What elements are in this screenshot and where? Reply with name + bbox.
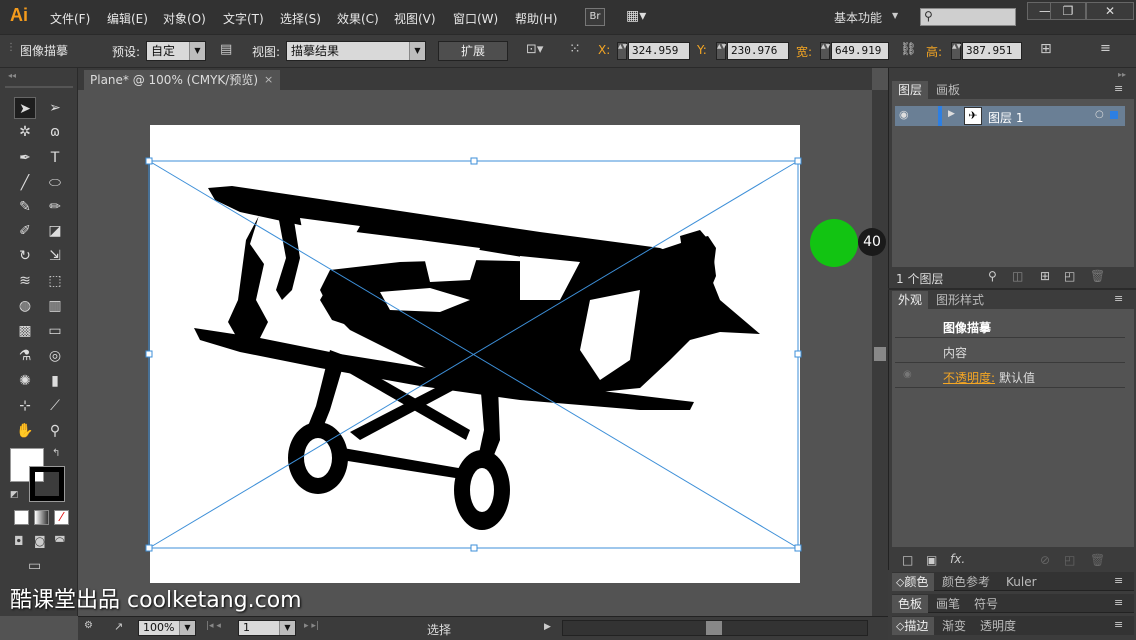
status-menu-icon[interactable]: ⚙ bbox=[84, 620, 93, 631]
locate-object-icon[interactable]: ⚲ bbox=[988, 269, 997, 283]
height-label: 高: bbox=[926, 45, 943, 59]
handle-middle-left[interactable] bbox=[145, 350, 153, 358]
panel-menu-icon[interactable]: ≡ bbox=[1114, 618, 1123, 631]
chevron-down-icon: ▼ bbox=[892, 11, 899, 20]
traced-artwork[interactable] bbox=[0, 0, 880, 616]
search-input[interactable] bbox=[920, 8, 1016, 26]
appearance-title: 图像描摹 bbox=[943, 321, 992, 335]
tab-stroke-label: 描边 bbox=[904, 619, 929, 633]
new-layer-icon[interactable]: ◰ bbox=[1064, 269, 1075, 283]
tab-color-guide[interactable]: 颜色参考 bbox=[936, 573, 996, 591]
status-tool-label: 选择 bbox=[427, 623, 452, 637]
tab-kuler[interactable]: Kuler bbox=[1000, 573, 1043, 591]
right-wheel-hub bbox=[470, 468, 494, 512]
layer-count: 1 个图层 bbox=[896, 272, 944, 286]
appearance-title-row: 图像描摹 bbox=[895, 314, 1125, 338]
tab-color[interactable]: ⬦颜色 bbox=[892, 573, 935, 591]
panel-menu-icon[interactable]: ≡ bbox=[1114, 574, 1123, 587]
appearance-opacity-row[interactable]: ◉ 不透明度: 默认值 bbox=[895, 364, 1125, 388]
tab-brushes[interactable]: 画笔 bbox=[930, 595, 966, 613]
transform-icon[interactable]: ⊞ bbox=[1040, 41, 1052, 57]
layer-thumbnail-icon: ✈ bbox=[964, 107, 982, 125]
opacity-link[interactable]: 不透明度: bbox=[943, 369, 995, 386]
status-arrow-icon[interactable]: ▶ bbox=[544, 622, 551, 632]
vertical-scroll-thumb[interactable] bbox=[874, 347, 886, 361]
watermark: 酷课堂出品 coolketang.com bbox=[10, 588, 302, 613]
artboard-value: 1 bbox=[243, 621, 250, 634]
panel-menu-icon[interactable]: ≡ bbox=[1114, 596, 1123, 609]
click-indicator bbox=[810, 219, 858, 267]
panel-divider bbox=[888, 288, 1136, 290]
add-effect-icon[interactable]: fx. bbox=[950, 552, 965, 566]
handle-top-right[interactable] bbox=[794, 157, 802, 165]
height-field[interactable]: 387.951 bbox=[962, 42, 1022, 60]
tab-stroke[interactable]: ⬦描边 bbox=[892, 617, 935, 635]
opacity-value: 默认值 bbox=[999, 371, 1036, 385]
first-artboard-icon[interactable]: |◂ ◂ bbox=[206, 621, 221, 631]
step-badge: 40 bbox=[858, 228, 886, 256]
tab-symbols[interactable]: 符号 bbox=[968, 595, 1004, 613]
chevron-down-icon: ▼ bbox=[279, 621, 295, 635]
collapse-panels-icon[interactable]: ▸▸ bbox=[1118, 70, 1126, 79]
search-icon: ⚲ bbox=[924, 9, 933, 23]
link-proportions-icon[interactable]: ⛓ bbox=[900, 42, 917, 57]
panel-menu-icon[interactable]: ≡ bbox=[1100, 41, 1111, 56]
target-icon[interactable]: ○ bbox=[1095, 109, 1104, 120]
add-stroke-icon[interactable]: □ bbox=[902, 553, 913, 567]
height-spinner[interactable]: ▲▼ bbox=[951, 42, 961, 60]
layer-name[interactable]: 图层 1 bbox=[988, 109, 1023, 126]
expand-layer-icon[interactable]: ▶ bbox=[948, 109, 955, 119]
handle-top-left[interactable] bbox=[145, 157, 153, 165]
appearance-content: 内容 bbox=[943, 346, 968, 360]
next-artboard-icon[interactable]: ▸ ▸| bbox=[304, 621, 319, 631]
selection-indicator-icon[interactable] bbox=[1110, 111, 1118, 119]
handle-bottom-left[interactable] bbox=[145, 544, 153, 552]
tab-color-label: 颜色 bbox=[904, 575, 929, 589]
handle-middle-right[interactable] bbox=[794, 350, 802, 358]
add-fill-icon[interactable]: ▣ bbox=[926, 553, 937, 567]
artboard-select[interactable]: 1 ▼ bbox=[238, 620, 296, 636]
tab-gradient[interactable]: 渐变 bbox=[936, 617, 972, 635]
close-window-button[interactable]: ✕ bbox=[1086, 2, 1134, 20]
zoom-select[interactable]: 100% ▼ bbox=[138, 620, 196, 636]
new-sublayer-icon[interactable]: ⊞ bbox=[1040, 269, 1050, 283]
handle-bottom-right[interactable] bbox=[794, 544, 802, 552]
clear-appearance-icon[interactable]: ⊘ bbox=[1040, 553, 1050, 567]
duplicate-item-icon[interactable]: ◰ bbox=[1064, 553, 1075, 567]
share-icon[interactable]: ↗ bbox=[114, 620, 123, 633]
left-wheel-hub bbox=[304, 438, 332, 478]
tab-layers[interactable]: 图层 bbox=[892, 81, 929, 99]
panel-group-swatches bbox=[892, 594, 1134, 613]
tab-artboards[interactable]: 画板 bbox=[930, 81, 966, 99]
tab-appearance[interactable]: 外观 bbox=[892, 291, 929, 309]
zoom-value: 100% bbox=[143, 621, 175, 634]
visibility-eye-icon[interactable]: ◉ bbox=[903, 369, 912, 380]
wing-panel-highlight bbox=[300, 218, 360, 270]
handle-top-middle[interactable] bbox=[470, 157, 478, 165]
tab-transparency[interactable]: 透明度 bbox=[974, 617, 1022, 635]
clipping-mask-icon[interactable]: ◫ bbox=[1012, 269, 1023, 283]
layer-color-bar bbox=[938, 106, 942, 126]
panel-menu-icon[interactable]: ≡ bbox=[1114, 292, 1123, 305]
restore-button[interactable]: ❐ bbox=[1050, 2, 1086, 20]
delete-layer-icon[interactable]: 🗑 bbox=[1090, 269, 1105, 283]
panel-menu-icon[interactable]: ≡ bbox=[1114, 82, 1123, 95]
gear-leg-right bbox=[478, 380, 500, 460]
horizontal-scroll-thumb[interactable] bbox=[706, 621, 722, 635]
appearance-content-row[interactable]: 内容 bbox=[895, 339, 1125, 363]
chevron-down-icon: ▼ bbox=[179, 621, 195, 635]
visibility-eye-icon[interactable]: ◉ bbox=[899, 108, 909, 121]
tab-graphic-styles[interactable]: 图形样式 bbox=[930, 291, 990, 309]
tab-swatches[interactable]: 色板 bbox=[892, 595, 929, 613]
handle-bottom-middle[interactable] bbox=[470, 544, 478, 552]
delete-item-icon[interactable]: 🗑 bbox=[1090, 553, 1105, 567]
